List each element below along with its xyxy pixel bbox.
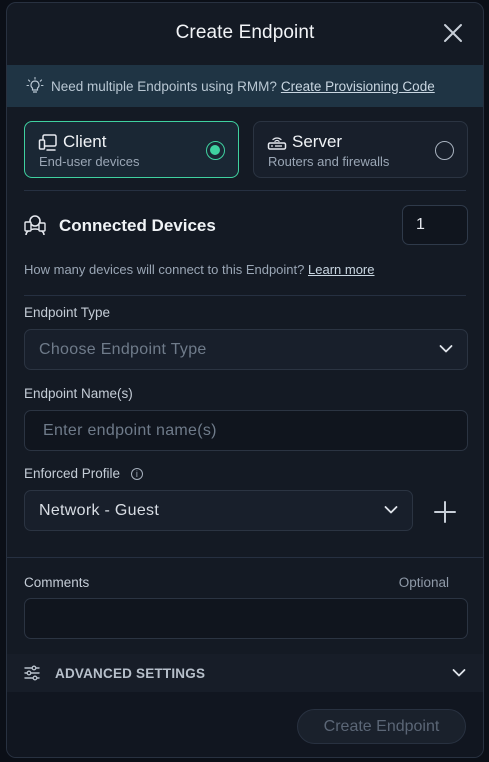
close-icon[interactable] [443,23,463,43]
create-provisioning-code-link[interactable]: Create Provisioning Code [281,79,435,94]
endpoint-name-input[interactable]: Enter endpoint name(s) [24,410,468,451]
divider [7,557,483,558]
endpoint-name-label: Endpoint Name(s) [24,386,133,401]
advanced-settings-toggle[interactable]: ADVANCED SETTINGS [7,654,483,692]
endpoint-type-placeholder: Choose Endpoint Type [39,341,207,358]
dialog-title: Create Endpoint [175,22,315,43]
chevron-down-icon [452,669,466,677]
divider [24,295,466,296]
dialog-header: Create Endpoint [7,3,483,63]
chevron-down-icon [439,345,453,353]
create-endpoint-button[interactable]: Create Endpoint [297,709,466,744]
enforced-profile-value: Network - Guest [39,502,160,519]
client-option-description: End-user devices [39,154,140,169]
info-icon[interactable]: i [130,468,143,480]
connected-devices-title: Connected Devices [59,216,216,235]
endpoint-type-label: Endpoint Type [24,305,111,320]
divider [24,190,466,191]
client-option[interactable]: Client End-user devices [24,121,239,178]
enforced-profile-label: Enforced Profile i [24,466,143,481]
provisioning-banner: Need multiple Endpoints using RMM? Creat… [7,65,483,107]
comments-label: Comments [24,575,90,590]
hint-text: How many devices will connect to this En… [24,262,305,277]
device-count-hint: How many devices will connect to this En… [24,262,374,277]
learn-more-link[interactable]: Learn more [308,262,374,277]
lightbulb-icon [26,77,44,93]
device-count-input[interactable]: 1 [402,205,468,245]
server-option-name: Server [292,132,343,151]
add-profile-icon[interactable] [433,500,457,524]
comments-optional-label: Optional [398,575,449,590]
dialog-footer: Create Endpoint [7,692,483,757]
router-icon [267,137,287,150]
enforced-profile-label-text: Enforced Profile [24,466,121,481]
server-option-description: Routers and firewalls [268,154,390,169]
banner-text: Need multiple Endpoints using RMM? [51,78,277,94]
client-radio[interactable] [206,141,225,160]
server-option[interactable]: Server Routers and firewalls [253,121,468,178]
comments-input[interactable] [24,598,468,639]
chevron-down-icon [384,506,398,514]
client-device-icon [38,134,57,151]
sliders-icon [24,665,40,681]
server-radio[interactable] [435,141,454,160]
endpoint-name-placeholder: Enter endpoint name(s) [43,422,217,439]
connected-devices-icon [24,215,46,236]
advanced-settings-label: ADVANCED SETTINGS [55,666,206,681]
enforced-profile-select[interactable]: Network - Guest [24,490,413,531]
endpoint-type-select[interactable]: Choose Endpoint Type [24,329,468,370]
create-endpoint-dialog: Create Endpoint Need multiple Endpoints … [6,2,484,758]
client-option-name: Client [63,132,107,151]
